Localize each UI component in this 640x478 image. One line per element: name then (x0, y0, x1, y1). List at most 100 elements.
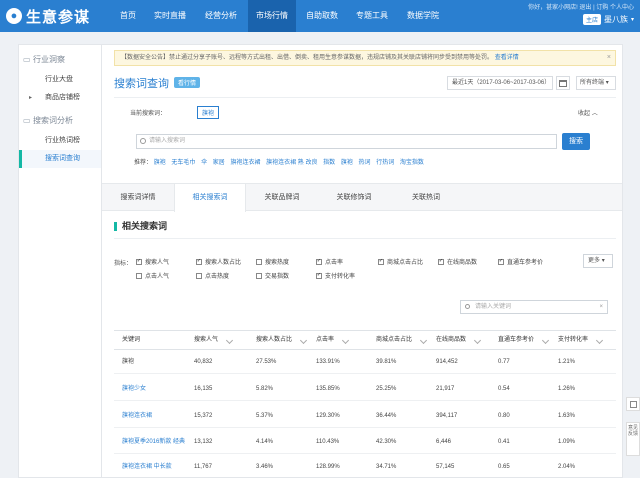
keyword-filter-input[interactable]: 请输入关键词 × (460, 300, 608, 314)
user-links[interactable]: 你好，甚家小网店! 退出 | 订购 个人中心 (528, 2, 634, 11)
shop-badge: 主店 (582, 14, 601, 25)
collapse-toggle[interactable]: 收起 ︿ (578, 108, 598, 117)
keyword-link[interactable]: 旗袍少女 (122, 377, 146, 401)
indicator-checkbox[interactable]: ✓ 点击率 (316, 257, 343, 266)
sidebar-item-hot-words[interactable]: 行业热词榜 (19, 132, 107, 150)
indicator-checkbox[interactable]: 交易指数 (256, 271, 289, 280)
nav-item-live[interactable]: 实时直播 (151, 0, 189, 32)
column-header[interactable]: 点击率 (316, 331, 350, 349)
table-row: 旗袍 40,832 27.53% 133.91% 39.81% 914,452 … (114, 350, 616, 374)
more-indicators-button[interactable]: 更多 ▾ (583, 254, 613, 268)
feedback-button[interactable]: 意见反馈 (626, 422, 640, 456)
caret-right-icon: ▸ (29, 95, 33, 101)
table-cell: 5.37% (256, 413, 274, 419)
nav-item-self-service[interactable]: 自助取数 (302, 0, 342, 32)
page-tag-badge[interactable]: 看行情 (174, 77, 201, 88)
indicator-checkbox[interactable]: ✓ 搜索人数占比 (196, 257, 241, 266)
table-cell: 11,767 (194, 464, 212, 470)
nav-item-market[interactable]: 市场行情 (248, 0, 296, 32)
recommend-word[interactable]: 行热词 (376, 160, 394, 166)
column-header[interactable]: 在线商品数 (436, 331, 482, 349)
top-navbar: ● 生意参谋 首页 实时直播 经营分析 市场行情 自助取数 专题工具 数据学院 … (0, 0, 640, 32)
search-button[interactable]: 搜索 (562, 133, 590, 150)
checkbox-empty-icon (136, 272, 142, 279)
column-header[interactable]: 商城点击占比 (376, 331, 428, 349)
sort-icon (225, 336, 234, 345)
chat-icon: ▭ (23, 55, 31, 64)
grid-icon (629, 400, 637, 408)
indicator-checkbox[interactable]: 点击热度 (196, 271, 229, 280)
table-cell: 135.85% (316, 386, 340, 392)
table-cell: 0.65 (498, 464, 510, 470)
recommend-word[interactable]: 旗袍连衣裙 熟 改良 (266, 160, 317, 166)
tab-brand-words[interactable]: 关联品牌词 (246, 184, 318, 211)
notice-link[interactable]: 查看详情 (495, 55, 519, 61)
recommend-word[interactable]: 伞 (201, 160, 207, 166)
keyword-link[interactable]: 旗袍夏季2016新款 经典 (122, 430, 185, 454)
keyword-cell: 旗袍 (122, 359, 135, 365)
chat-icon: ▭ (23, 116, 31, 125)
checkbox-checked-icon: ✓ (136, 258, 142, 265)
keyword-link[interactable]: 旗袍连衣裙 中长款 (122, 456, 172, 478)
table-cell: 1.63% (558, 413, 576, 419)
floating-tool-button[interactable] (626, 397, 640, 411)
nav-item-home[interactable]: 首页 (113, 0, 143, 32)
table-cell: 13,132 (194, 439, 213, 445)
recommend-word[interactable]: 指数 (323, 160, 335, 166)
tab-modifier-words[interactable]: 关联修饰词 (318, 184, 390, 211)
table-cell: 57,145 (436, 464, 455, 470)
recommend-word[interactable]: 淘宝指数 (400, 160, 424, 166)
current-word-tag[interactable]: 旗袍 (197, 106, 220, 119)
table-cell: 0.54 (498, 386, 510, 392)
date-range-select[interactable]: 最近1天（2017-03-06~2017-03-06） (447, 76, 553, 90)
column-header: 关键词 (122, 337, 141, 343)
recommend-word[interactable]: 无车毛巾 (171, 160, 195, 166)
table-cell: 6,446 (436, 439, 452, 445)
nav-item-business-analysis[interactable]: 经营分析 (201, 0, 241, 32)
table-row: 旗袍连衣裙 中长款 11,767 3.46% 128.99% 34.71% 57… (114, 456, 616, 478)
divider (114, 97, 616, 98)
keyword-link[interactable]: 旗袍连衣裙 (122, 404, 152, 428)
sidebar-item-industry-overview[interactable]: 行业大盘 (19, 71, 107, 89)
sidebar-item-search-query[interactable]: 搜索词查询 (19, 150, 107, 168)
table-row: 旗袍连衣裙 15,372 5.37% 129.30% 36.44% 394,11… (114, 404, 616, 428)
table-cell: 128.99% (316, 464, 340, 470)
indicator-checkbox[interactable]: 点击人气 (136, 271, 169, 280)
logo[interactable]: ● 生意参谋 (6, 7, 90, 26)
sidebar: ▭ 行业洞察 行业大盘 ▸ 商品店铺榜 ▭ 搜索词分析 行业热词榜 搜索词查询 (18, 44, 108, 478)
nav-item-tools[interactable]: 专题工具 (352, 0, 392, 32)
tab-hot-words[interactable]: 关联热词 (390, 184, 462, 211)
shop-switcher[interactable]: 主店 墨八族 ▾ (582, 14, 634, 25)
column-header[interactable]: 搜索人气 (194, 331, 234, 349)
search-input[interactable]: 请输入搜索词 (136, 134, 557, 149)
clear-icon[interactable]: × (599, 301, 603, 313)
recommend-word[interactable]: 热词 (359, 160, 371, 166)
terminal-select[interactable]: 所有终端 ▾ (576, 76, 616, 90)
indicator-checkbox[interactable]: ✓ 支付转化率 (316, 271, 355, 280)
recommend-word[interactable]: 家居 (213, 160, 225, 166)
indicator-checkbox[interactable]: 搜索热度 (256, 257, 289, 266)
recommend-word[interactable]: 旗袍连衣裙 (230, 160, 260, 166)
column-header[interactable]: 搜索人数占比 (256, 331, 308, 349)
table-cell: 4.14% (256, 439, 274, 445)
notice-text: 【数据安全公告】禁止通过分享子账号、远程等方式出租、出借、倒卖、租用生意参谋数据… (121, 55, 494, 61)
nav-item-academy[interactable]: 数据学院 (403, 0, 443, 32)
indicator-checkbox[interactable]: ✓ 在线商品数 (438, 257, 477, 266)
close-icon[interactable]: × (607, 51, 611, 65)
sidebar-item-shop-ranking[interactable]: ▸ 商品店铺榜 (19, 89, 107, 107)
recommend-word[interactable]: 旗袍 (154, 160, 166, 166)
indicator-checkbox[interactable]: ✓ 商城点击占比 (378, 257, 423, 266)
checkbox-checked-icon: ✓ (316, 258, 322, 265)
indicator-checkbox[interactable]: ✓ 搜索人气 (136, 257, 169, 266)
table-cell: 15,372 (194, 413, 213, 419)
tab-word-detail[interactable]: 搜索词详情 (102, 184, 174, 211)
column-header[interactable]: 支付转化率 (558, 331, 604, 349)
indicator-checkbox[interactable]: ✓ 直通车参考价 (498, 257, 543, 266)
sort-icon (541, 336, 550, 345)
column-header[interactable]: 直通车参考价 (498, 331, 550, 349)
tab-related-words[interactable]: 相关搜索词 (174, 184, 246, 212)
table-cell: 5.82% (256, 386, 274, 392)
recommend-word[interactable]: 旗袍 (341, 160, 353, 166)
calendar-button[interactable] (556, 76, 570, 90)
checkbox-empty-icon (196, 272, 202, 279)
